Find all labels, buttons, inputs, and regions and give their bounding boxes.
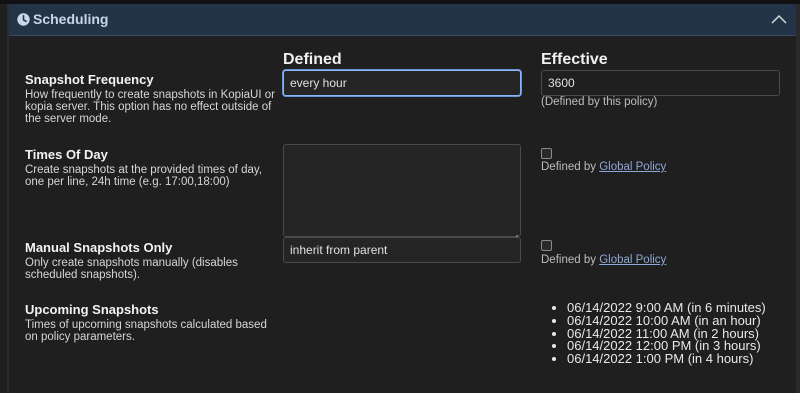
snapshot-frequency-effective-field: 3600 [541,70,780,96]
section-title: Scheduling [33,11,109,27]
right-border [796,4,800,393]
upcoming-snapshots-title: Upcoming Snapshots [25,302,159,317]
global-policy-link[interactable]: Global Policy [599,161,666,173]
clock-icon [17,13,30,26]
defined-by-label: Defined by [541,254,600,266]
scheduling-panel: Scheduling Defined Effective Snapshot Fr… [0,0,800,393]
manual-snapshots-title: Manual Snapshots Only [25,240,173,255]
effective-column-heading: Effective [541,51,608,68]
times-of-day-desc: Create snapshots at the provided times o… [25,164,262,188]
defined-column-heading: Defined [283,51,342,68]
left-border [7,4,9,393]
section-header[interactable]: Scheduling [9,4,796,36]
manual-snapshots-select[interactable]: inherit from parent [283,237,521,263]
snapshot-frequency-select[interactable]: every hour [283,70,521,96]
times-of-day-checkbox[interactable] [541,148,552,159]
times-of-day-defined-by: Defined by Global Policy [541,161,666,173]
upcoming-snapshots-list: 06/14/2022 9:00 AM (in 6 minutes) 06/14/… [549,301,766,366]
manual-snapshots-checkbox[interactable] [541,240,552,251]
times-of-day-textarea[interactable] [283,144,521,241]
snapshot-frequency-desc: How frequently to create snapshots in Ko… [25,89,275,125]
global-policy-link[interactable]: Global Policy [599,254,666,266]
list-item: 06/14/2022 1:00 PM (in 4 hours) [567,352,766,366]
upcoming-snapshots-desc: Times of upcoming snapshots calculated b… [25,319,267,343]
snapshot-frequency-title: Snapshot Frequency [25,72,154,87]
resize-grip-icon[interactable] [512,228,519,241]
manual-snapshots-desc: Only create snapshots manually (disables… [25,257,238,281]
defined-by-label: Defined by [541,161,600,173]
times-of-day-title: Times Of Day [25,147,108,162]
snapshot-frequency-effective-note: (Defined by this policy) [541,96,658,108]
manual-snapshots-defined-by: Defined by Global Policy [541,254,666,266]
chevron-up-icon[interactable] [770,11,788,29]
